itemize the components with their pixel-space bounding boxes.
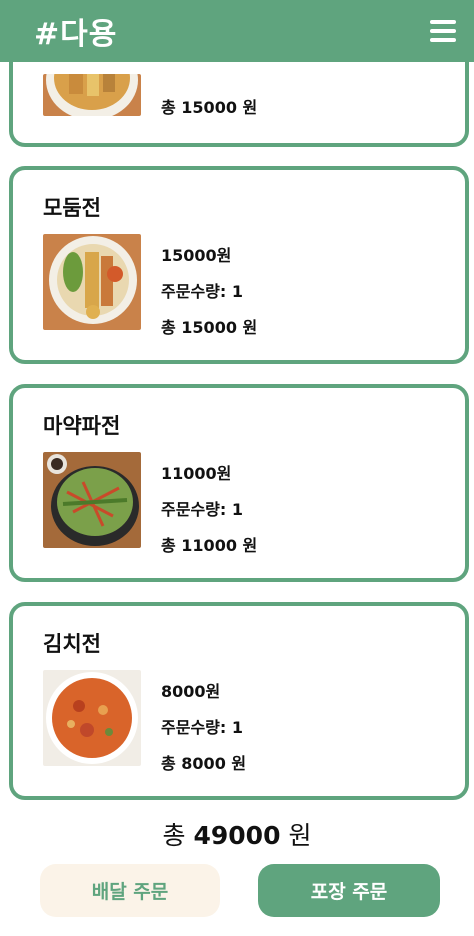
item-price: 11000원 [161, 464, 232, 483]
item-image [43, 74, 141, 116]
item-image [43, 234, 141, 330]
cart-item-card: 김치전 8000원 주문수량: 1 총 8000 원 [9, 602, 469, 800]
item-price: 15000원 [161, 246, 232, 265]
total-amount: 49000 [193, 821, 281, 850]
item-total: 총 15000 원 [161, 318, 258, 337]
cart-item-card: 모둠전 15000원 주문수량: 1 총 15000 원 [9, 166, 469, 364]
item-quantity: 주문수량: 1 [161, 500, 243, 519]
total-prefix: 총 [162, 821, 186, 850]
item-image [43, 670, 141, 766]
brand-logo[interactable]: #다용 [34, 9, 117, 53]
item-total: 총 15000 원 [161, 98, 258, 117]
delivery-order-button[interactable]: 배달 주문 [40, 864, 220, 917]
takeout-order-button[interactable]: 포장 주문 [258, 864, 440, 917]
item-total: 총 11000 원 [161, 536, 258, 555]
item-image [43, 452, 141, 548]
item-quantity: 주문수량: 1 [161, 718, 243, 737]
cart-item-card: 마약파전 11000원 주문수량: 1 총 11000 원 [9, 384, 469, 582]
app-header: #다용 [0, 0, 474, 62]
item-price: 8000원 [161, 682, 221, 701]
item-quantity: 주문수량: 1 [161, 282, 243, 301]
item-name: 마약파전 [43, 414, 121, 438]
total-suffix: 원 [288, 821, 312, 850]
item-name: 김치전 [43, 632, 101, 656]
item-total: 총 8000 원 [161, 754, 247, 773]
hamburger-icon[interactable] [430, 20, 456, 42]
order-total: 총 49000 원 [0, 816, 474, 852]
item-name: 모둠전 [43, 196, 101, 220]
